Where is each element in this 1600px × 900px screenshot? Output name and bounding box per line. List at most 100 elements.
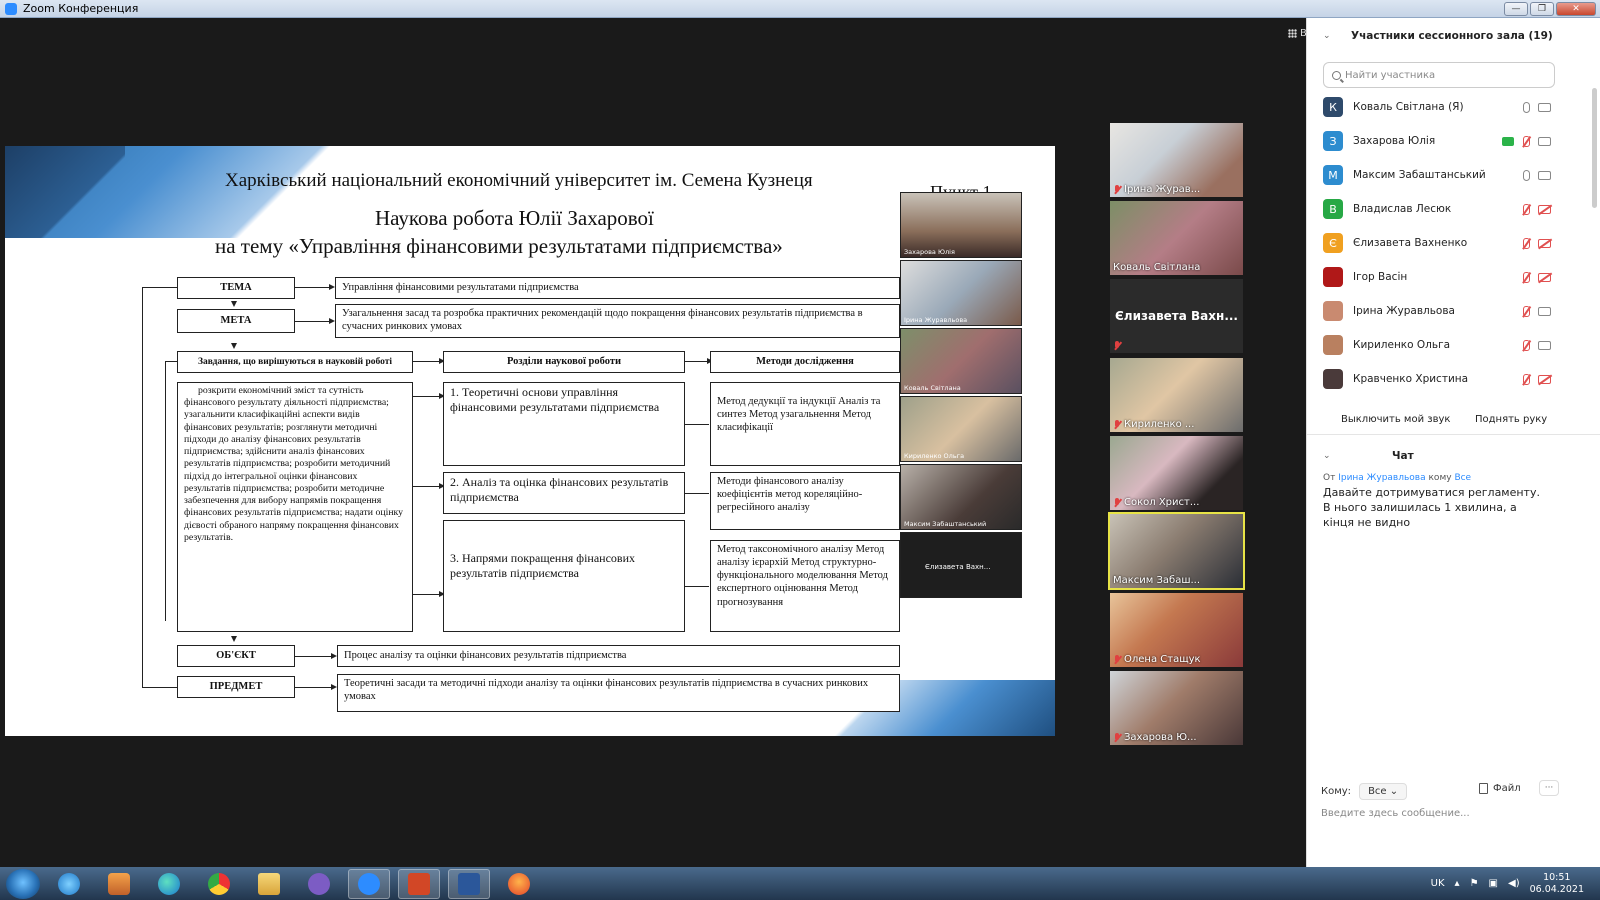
mic-muted-icon[interactable] [1522,305,1530,317]
mic-muted-icon[interactable] [1522,271,1530,283]
meeting-stage: Вид Харківський національний економічний… [0,18,1333,867]
mic-muted-icon[interactable] [1522,339,1530,351]
slide-video: Захарова Юлія [900,192,1022,258]
raise-hand-button[interactable]: Поднять руку [1475,414,1547,425]
participant-search-input[interactable]: Найти участника [1323,62,1555,88]
chrome-taskbar-icon[interactable] [198,869,240,899]
zoom-taskbar-icon[interactable] [348,868,390,899]
participant-row[interactable]: М Максим Забаштанський [1323,160,1555,190]
chevron-down-icon: ⌄ [1323,31,1331,41]
powerpoint-taskbar-icon[interactable] [398,868,440,899]
ie-taskbar-icon[interactable] [48,869,90,899]
avatar [1323,267,1343,287]
mic-muted-icon[interactable] [1522,373,1530,385]
mic-icon[interactable] [1523,101,1530,113]
meta-label: МЕТА [177,309,295,333]
video-tile[interactable]: Ірина Журав... [1110,123,1243,197]
video-tile[interactable]: Олена Стащук [1110,593,1243,667]
mic-muted-icon[interactable] [1522,203,1530,215]
network-icon[interactable]: ▣ [1489,878,1498,889]
file-button[interactable]: Файл [1479,783,1521,794]
camera-icon[interactable] [1538,170,1551,180]
chat-header[interactable]: ⌄ Чат [1307,446,1600,466]
slide-subtitle: на тему «Управління фінансовими результа… [215,234,783,258]
camera-off-icon[interactable] [1538,374,1551,384]
camera-off-icon[interactable] [1538,272,1551,282]
camera-icon[interactable] [1538,306,1551,316]
mic-off-icon [1113,341,1121,351]
video-tile[interactable]: Кириленко ... [1110,358,1243,432]
tray-arrow-icon[interactable]: ▴ [1455,878,1460,889]
minimize-button[interactable]: — [1504,1,1528,16]
methods-header: Методи дослідження [710,351,900,373]
restore-button[interactable]: ❐ [1530,1,1554,16]
participant-list-scrollbar[interactable] [1592,88,1597,208]
recipient-select[interactable]: Все ⌄ [1359,783,1408,800]
video-tile-active-speaker[interactable]: Максим Забаш... [1108,512,1245,590]
participant-row[interactable]: З Захарова Юлія [1323,126,1555,156]
window-title-bar: Zoom Конференция — ❐ ✕ [0,0,1600,18]
participant-row[interactable]: Ігор Васін [1323,262,1555,292]
subject-label: ПРЕДМЕТ [177,676,295,698]
media-player-taskbar-icon[interactable] [98,869,140,899]
slide-video: Єлизавета Вахн... [900,532,1022,598]
mic-icon[interactable] [1523,169,1530,181]
participant-row[interactable]: В Владислав Лесюк [1323,194,1555,224]
avatar: М [1323,165,1343,185]
volume-icon[interactable]: ◀) [1508,878,1520,889]
slide-video: Ірина Журавльова [900,260,1022,326]
camera-off-icon[interactable] [1538,204,1551,214]
slide-decoration [5,146,125,238]
participant-row[interactable]: Кравченко Христина [1323,364,1555,394]
chat-input[interactable]: Введите здесь сообщение... [1321,808,1470,819]
participants-header[interactable]: ⌄ Участники сессионного зала (19) [1307,26,1600,46]
video-tile[interactable]: Коваль Світлана [1110,201,1243,275]
avatar [1323,335,1343,355]
flag-icon[interactable]: ⚑ [1470,878,1479,889]
more-button[interactable]: ··· [1539,780,1559,796]
mic-off-icon [1113,654,1121,665]
chevron-down-icon: ⌄ [1323,451,1331,461]
methods-3: Метод таксономічного аналізу Метод аналі… [710,540,900,632]
grid-icon [1288,29,1297,38]
participant-row[interactable]: Кириленко Ольга [1323,330,1555,360]
video-tile[interactable]: Захарова Ю... [1110,671,1243,745]
divider [1307,434,1600,435]
participant-row[interactable]: Ірина Журавльова [1323,296,1555,326]
mic-muted-icon[interactable] [1522,135,1530,147]
file-icon [1479,783,1488,794]
participant-row[interactable]: Є Єлизавета Вахненко [1323,228,1555,258]
camera-off-icon[interactable] [1538,238,1551,248]
camera-icon[interactable] [1538,102,1551,112]
video-tile[interactable]: Сокол Христ... [1110,436,1243,510]
edge-taskbar-icon[interactable] [148,869,190,899]
chat-message-meta: От Ірина Журавльова кому Все [1323,473,1472,483]
mic-muted-icon[interactable] [1522,237,1530,249]
language-indicator[interactable]: UK [1431,878,1445,889]
clock[interactable]: 10:51 06.04.2021 [1530,872,1584,895]
camera-icon[interactable] [1538,340,1551,350]
slide-video-strip: Захарова Юлія Ірина Журавльова Коваль Св… [900,192,1025,604]
mic-off-icon [1113,732,1121,743]
taskbar: UK ▴ ⚑ ▣ ◀) 10:51 06.04.2021 [0,867,1600,900]
mic-off-icon [1113,184,1121,195]
close-button[interactable]: ✕ [1556,1,1596,16]
section-1: 1. Теоретичні основи управління фінансов… [443,382,685,466]
mic-off-icon [1113,497,1121,508]
participant-row[interactable]: К Коваль Світлана (Я) [1323,92,1555,122]
side-panel: ⌄ Участники сессионного зала (19) Найти … [1306,18,1600,867]
methods-1: Метод дедукції та індукції Аналіз та син… [710,382,900,466]
shared-slide: Харківський національний економічний уні… [5,146,1055,736]
start-button[interactable] [6,868,40,899]
word-taskbar-icon[interactable] [448,868,490,899]
viber-taskbar-icon[interactable] [298,869,340,899]
camera-icon[interactable] [1538,136,1551,146]
screen-share-icon [1502,136,1514,146]
search-icon [1332,70,1341,80]
video-tile[interactable]: Єлизавета Вахн... [1110,279,1243,353]
mute-me-button[interactable]: Выключить мой звук [1341,414,1450,425]
chat-message: Давайте дотримуватися регламенту. В ньог… [1323,486,1540,529]
firefox-taskbar-icon[interactable] [498,869,540,899]
object-text: Процес аналізу та оцінки фінансових резу… [337,645,900,667]
explorer-taskbar-icon[interactable] [248,869,290,899]
